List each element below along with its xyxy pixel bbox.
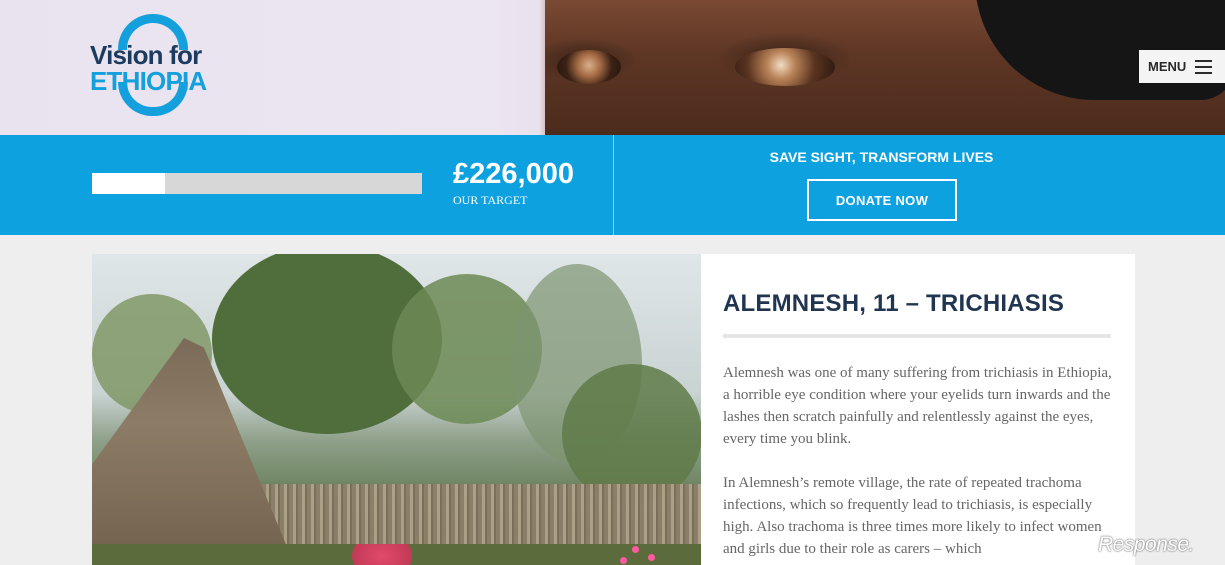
response-watermark: Response.	[1098, 533, 1194, 556]
title-divider	[723, 334, 1111, 338]
story-article: ALEMNESH, 11 – TRICHIASIS Alemnesh was o…	[723, 254, 1113, 560]
story-photo	[92, 254, 701, 565]
person-red-scarf	[347, 544, 417, 565]
hero-eyes-photo	[545, 0, 1225, 135]
story-paragraph: Alemnesh was one of many suffering from …	[723, 365, 1112, 447]
donate-now-button[interactable]: DONATE NOW	[807, 179, 957, 221]
story-card: ALEMNESH, 11 – TRICHIASIS Alemnesh was o…	[92, 254, 1135, 565]
menu-label: MENU	[1148, 59, 1187, 74]
flower	[632, 546, 639, 553]
logo-line-2: ETHIOPIA	[90, 66, 207, 96]
site-logo[interactable]: Vision for ETHIOPIA	[90, 14, 230, 118]
fundraising-progress-bar	[92, 173, 422, 194]
story-title: ALEMNESH, 11 – TRICHIASIS	[723, 290, 1065, 317]
tree-canopy	[562, 364, 701, 504]
tagline: SAVE SIGHT, TRANSFORM LIVES	[769, 149, 994, 165]
story-paragraph: In Alemnesh’s remote village, the rate o…	[723, 475, 1102, 557]
fundraising-band: £226,000 OUR TARGET SAVE SIGHT, TRANSFOR…	[0, 135, 1225, 235]
flower	[620, 557, 627, 564]
progress-fill	[92, 173, 165, 194]
right-eye	[735, 48, 835, 86]
hamburger-menu-icon	[1195, 59, 1213, 74]
left-eye	[557, 50, 621, 84]
menu-button[interactable]: MENU	[1139, 50, 1225, 83]
target-amount: £226,000	[453, 158, 574, 190]
target-label: OUR TARGET	[453, 193, 528, 207]
flower	[648, 554, 655, 561]
hero-banner: Vision for ETHIOPIA MENU	[0, 0, 1225, 135]
